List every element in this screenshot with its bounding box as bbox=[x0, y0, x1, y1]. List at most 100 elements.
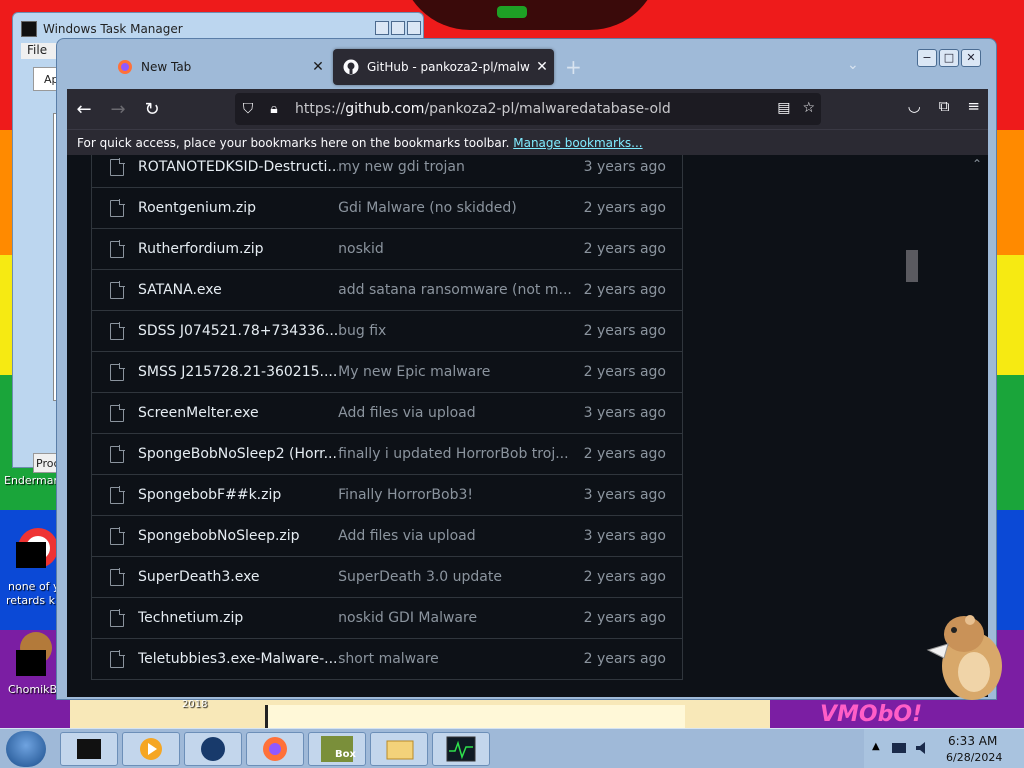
url-text[interactable]: https://github.com/pankoza2-pl/malwareda… bbox=[295, 101, 671, 117]
extensions-icon[interactable]: ⧉ bbox=[939, 97, 950, 115]
scrollbar-thumb[interactable] bbox=[906, 250, 918, 282]
file-row[interactable]: SpongebobNoSleep.zip Add files via upload… bbox=[92, 516, 682, 557]
commit-message-link[interactable]: Finally HorrorBob3! bbox=[338, 487, 576, 503]
desktop-icon-label-none[interactable]: none of y bbox=[8, 580, 60, 593]
back-arrow-icon[interactable]: ← bbox=[67, 93, 101, 125]
forward-arrow-icon[interactable]: → bbox=[101, 93, 135, 125]
windows-start-icon[interactable] bbox=[6, 731, 46, 767]
file-name-link[interactable]: SMSS J215728.21-360215.... bbox=[138, 364, 338, 380]
new-tab-icon[interactable]: + bbox=[565, 55, 582, 79]
maximize-icon[interactable]: □ bbox=[939, 49, 959, 67]
commit-date: 2 years ago bbox=[583, 200, 666, 216]
url-prefix: https:// bbox=[295, 101, 346, 117]
wallpaper-year-label: 2018 bbox=[182, 699, 208, 710]
file-row[interactable]: SpongebobF##k.zip Finally HorrorBob3! 3 ye… bbox=[92, 475, 682, 516]
commit-message-link[interactable]: noskid bbox=[338, 241, 576, 257]
file-row[interactable]: Roentgenium.zip Gdi Malware (no skidded) 2… bbox=[92, 188, 682, 229]
file-name-link[interactable]: ScreenMelter.exe bbox=[138, 405, 338, 421]
file-row[interactable]: SDSS J074521.78+734336.... bug fix 2 years… bbox=[92, 311, 682, 352]
close-icon[interactable] bbox=[407, 21, 421, 35]
reader-view-icon[interactable]: ▤ bbox=[777, 100, 790, 116]
task-manager-icon bbox=[21, 21, 37, 37]
desktop-icon-label-enderman[interactable]: Enderman bbox=[4, 474, 60, 487]
file-name-link[interactable]: SDSS J074521.78+734336.... bbox=[138, 323, 338, 339]
maximize-icon[interactable] bbox=[391, 21, 405, 35]
shield-icon[interactable]: ⛉ bbox=[235, 101, 261, 117]
file-icon bbox=[110, 608, 125, 627]
close-tab-icon[interactable]: ✕ bbox=[530, 59, 554, 75]
taskbar-app-dark-cube[interactable] bbox=[60, 732, 118, 766]
commit-date: 3 years ago bbox=[583, 405, 666, 421]
file-row[interactable]: ROTANOTEDKSID-Destructi... my new gdi tro… bbox=[92, 155, 682, 188]
file-icon bbox=[110, 321, 125, 340]
taskbar-app-globe[interactable] bbox=[184, 732, 242, 766]
manage-bookmarks-link[interactable]: Manage bookmarks... bbox=[513, 136, 642, 150]
volume-icon[interactable] bbox=[914, 739, 932, 757]
file-row[interactable]: Rutherfordium.zip noskid 2 years ago bbox=[92, 229, 682, 270]
commit-date: 3 years ago bbox=[583, 159, 666, 175]
commit-message-link[interactable]: noskid GDI Malware bbox=[338, 610, 576, 626]
commit-message-link[interactable]: finally i updated HorrorBob troj... bbox=[338, 446, 576, 462]
file-row[interactable]: SpongeBobNoSleep2 (Horr... finally i upda… bbox=[92, 434, 682, 475]
bookmark-star-icon[interactable]: ☆ bbox=[802, 100, 815, 116]
minimize-icon[interactable]: − bbox=[917, 49, 937, 67]
close-icon[interactable]: ✕ bbox=[961, 49, 981, 67]
task-manager-controls bbox=[375, 21, 421, 35]
commit-message-link[interactable]: Add files via upload bbox=[338, 528, 576, 544]
chomik-app-icon[interactable] bbox=[14, 630, 54, 676]
reload-icon[interactable]: ↻ bbox=[135, 93, 169, 125]
file-row[interactable]: Teletubbies3.exe-Malware-... short malwar… bbox=[92, 639, 682, 680]
file-name-link[interactable]: SpongebobNoSleep.zip bbox=[138, 528, 338, 544]
file-name-link[interactable]: SpongebobF##k.zip bbox=[138, 487, 338, 503]
file-name-link[interactable]: ROTANOTEDKSID-Destructi... bbox=[138, 159, 338, 175]
taskbar-app-media-player[interactable] bbox=[122, 732, 180, 766]
file-name-link[interactable]: SATANA.exe bbox=[138, 282, 338, 298]
commit-message-link[interactable]: add satana ransomware (not m... bbox=[338, 282, 576, 298]
lock-icon[interactable]: 🔒︎ bbox=[261, 101, 287, 117]
file-row[interactable]: Technetium.zip noskid GDI Malware 2 years … bbox=[92, 598, 682, 639]
firefox-window[interactable]: New Tab ✕ GitHub - pankoza2-pl/malware ✕… bbox=[56, 38, 997, 700]
desktop-app-icon[interactable] bbox=[14, 526, 58, 570]
commit-message-link[interactable]: My new Epic malware bbox=[338, 364, 576, 380]
clock-date[interactable]: 6/28/2024 bbox=[946, 751, 1002, 764]
file-name-link[interactable]: Rutherfordium.zip bbox=[138, 241, 338, 257]
file-icon bbox=[110, 280, 125, 299]
bookmarks-toolbar: For quick access, place your bookmarks h… bbox=[67, 129, 988, 155]
taskbar-app-explorer[interactable] bbox=[370, 732, 428, 766]
desktop-icon-label-chomik[interactable]: ChomikB bbox=[8, 683, 57, 696]
commit-date: 2 years ago bbox=[583, 569, 666, 585]
file-name-link[interactable]: Teletubbies3.exe-Malware-... bbox=[138, 651, 338, 667]
file-row[interactable]: SMSS J215728.21-360215.... My new Epic ma… bbox=[92, 352, 682, 393]
list-all-tabs-icon[interactable]: ⌄ bbox=[847, 57, 859, 73]
file-name-link[interactable]: SuperDeath3.exe bbox=[138, 569, 338, 585]
network-icon[interactable] bbox=[890, 739, 908, 757]
menu-icon[interactable]: ≡ bbox=[967, 97, 980, 115]
file-name-link[interactable]: Technetium.zip bbox=[138, 610, 338, 626]
file-row[interactable]: SuperDeath3.exe SuperDeath 3.0 update 2 ye… bbox=[92, 557, 682, 598]
tray-expand-icon[interactable]: ▲ bbox=[872, 741, 880, 752]
taskbar-app-firefox[interactable] bbox=[246, 732, 304, 766]
commit-message-link[interactable]: Add files via upload bbox=[338, 405, 576, 421]
commit-message-link[interactable]: SuperDeath 3.0 update bbox=[338, 569, 576, 585]
url-bar[interactable]: ⛉ 🔒︎ https://github.com/pankoza2-pl/malw… bbox=[235, 93, 821, 125]
tab-github[interactable]: GitHub - pankoza2-pl/malware ✕ bbox=[333, 49, 554, 85]
firefox-icon bbox=[118, 60, 132, 74]
commit-message-link[interactable]: Gdi Malware (no skidded) bbox=[338, 200, 576, 216]
clock-time[interactable]: 6:33 AM bbox=[948, 734, 997, 748]
close-tab-icon[interactable]: ✕ bbox=[306, 59, 330, 75]
file-row[interactable]: ScreenMelter.exe Add files via upload 3 ye… bbox=[92, 393, 682, 434]
desktop-icon-label-retards[interactable]: retards kn bbox=[6, 594, 62, 607]
wallpaper-cream-inner bbox=[265, 705, 685, 728]
file-row[interactable]: SATANA.exe add satana ransomware (not m..… bbox=[92, 270, 682, 311]
tab-new-tab[interactable]: New Tab ✕ bbox=[85, 49, 330, 85]
pocket-icon[interactable]: ◡ bbox=[908, 97, 921, 115]
taskbar-app-task-manager[interactable] bbox=[432, 732, 490, 766]
minimize-icon[interactable] bbox=[375, 21, 389, 35]
commit-message-link[interactable]: bug fix bbox=[338, 323, 576, 339]
file-name-link[interactable]: SpongeBobNoSleep2 (Horr... bbox=[138, 446, 338, 462]
file-name-link[interactable]: Roentgenium.zip bbox=[138, 200, 338, 216]
commit-message-link[interactable]: my new gdi trojan bbox=[338, 159, 576, 175]
commit-message-link[interactable]: short malware bbox=[338, 651, 576, 667]
scroll-up-icon[interactable]: ⌃ bbox=[972, 157, 982, 171]
taskbar-app-box[interactable]: Box bbox=[308, 732, 366, 766]
